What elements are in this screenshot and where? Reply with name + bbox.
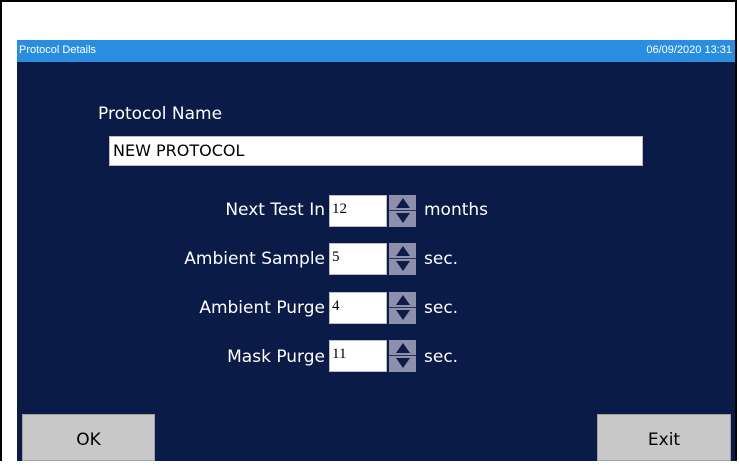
next-test-label: Next Test In bbox=[225, 200, 325, 220]
arrow-up-icon bbox=[396, 246, 410, 256]
ok-button[interactable]: OK bbox=[22, 414, 155, 461]
mask-purge-decrement-button[interactable] bbox=[389, 356, 416, 372]
next-test-unit: months bbox=[424, 200, 489, 220]
ambient-sample-unit: sec. bbox=[424, 249, 459, 269]
mask-purge-input[interactable]: 11 bbox=[329, 340, 387, 372]
ambient-purge-input[interactable]: 4 bbox=[329, 292, 387, 324]
title-bar: Protocol Details 06/09/2020 13:31 bbox=[17, 40, 735, 62]
ambient-purge-increment-button[interactable] bbox=[389, 292, 416, 308]
arrow-up-icon bbox=[396, 198, 410, 208]
ambient-sample-label: Ambient Sample bbox=[184, 249, 325, 269]
datetime-display: 06/09/2020 13:31 bbox=[646, 44, 732, 56]
window-title: Protocol Details bbox=[19, 44, 97, 56]
ambient-purge-unit: sec. bbox=[424, 298, 459, 318]
ambient-purge-decrement-button[interactable] bbox=[389, 308, 416, 324]
protocol-name-label: Protocol Name bbox=[98, 104, 223, 124]
ambient-sample-input[interactable]: 5 bbox=[329, 243, 387, 275]
arrow-down-icon bbox=[396, 261, 410, 271]
mask-purge-increment-button[interactable] bbox=[389, 340, 416, 356]
ambient-purge-spinner bbox=[389, 292, 416, 324]
ambient-sample-increment-button[interactable] bbox=[389, 243, 416, 259]
next-test-increment-button[interactable] bbox=[389, 195, 416, 211]
mask-purge-label: Mask Purge bbox=[227, 347, 325, 367]
protocol-details-window: Protocol Details 06/09/2020 13:31 Protoc… bbox=[17, 40, 735, 461]
protocol-name-input[interactable]: NEW PROTOCOL bbox=[109, 136, 643, 166]
arrow-down-icon bbox=[396, 310, 410, 320]
arrow-down-icon bbox=[396, 358, 410, 368]
mask-purge-spinner bbox=[389, 340, 416, 372]
ambient-purge-label: Ambient Purge bbox=[199, 298, 325, 318]
ambient-sample-spinner bbox=[389, 243, 416, 275]
next-test-spinner bbox=[389, 195, 416, 227]
exit-button[interactable]: Exit bbox=[597, 414, 731, 461]
next-test-input[interactable]: 12 bbox=[329, 195, 387, 227]
arrow-down-icon bbox=[396, 213, 410, 223]
arrow-up-icon bbox=[396, 295, 410, 305]
ambient-sample-decrement-button[interactable] bbox=[389, 259, 416, 275]
mask-purge-unit: sec. bbox=[424, 347, 459, 367]
next-test-decrement-button[interactable] bbox=[389, 211, 416, 227]
arrow-up-icon bbox=[396, 343, 410, 353]
